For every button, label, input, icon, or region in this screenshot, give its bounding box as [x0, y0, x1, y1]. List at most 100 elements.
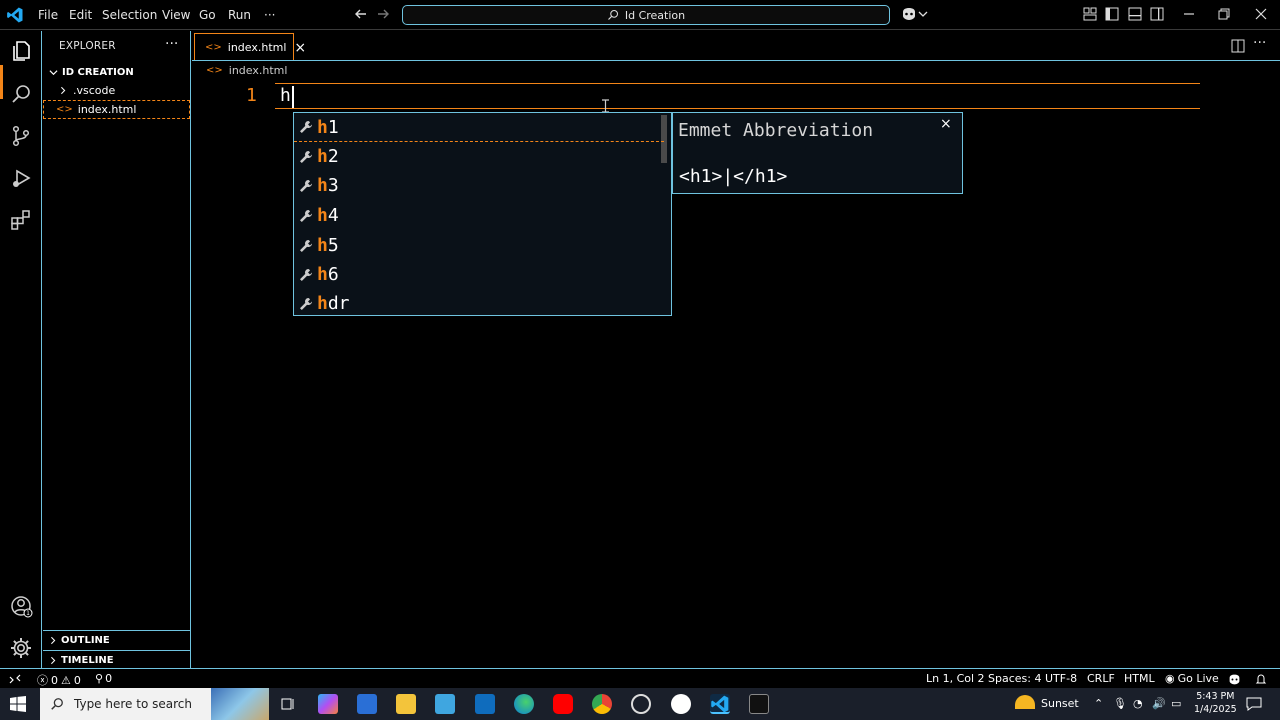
- menu-edit[interactable]: Edit: [69, 8, 92, 22]
- editor-more-actions[interactable]: ···: [1253, 35, 1266, 51]
- clock-time: 5:43 PM: [1196, 691, 1235, 702]
- outline-section[interactable]: OUTLINE: [43, 630, 190, 650]
- outlook-icon[interactable]: [475, 694, 495, 714]
- breadcrumb-file[interactable]: index.html: [229, 64, 288, 77]
- details-close-icon[interactable]: ×: [940, 116, 952, 132]
- go-live-button[interactable]: ◉ Go Live: [1165, 672, 1219, 685]
- copilot-taskbar-icon[interactable]: [318, 694, 338, 714]
- accounts-icon[interactable]: 1: [9, 594, 33, 618]
- microphone-icon[interactable]: 🎙: [1113, 697, 1127, 710]
- wifi-icon[interactable]: ◔: [1133, 697, 1143, 710]
- tray-chevron-up-icon[interactable]: ⌃: [1094, 697, 1103, 710]
- error-icon: ⓧ: [37, 674, 48, 687]
- remote-icon[interactable]: [9, 673, 21, 685]
- suggestion-item[interactable]: h1: [294, 113, 664, 142]
- wrench-icon: [300, 209, 312, 222]
- copilot-icon[interactable]: [900, 6, 918, 22]
- weather-sunset-icon[interactable]: [1015, 695, 1035, 709]
- cursor-position[interactable]: Ln 1, Col 2: [926, 672, 985, 685]
- chatgpt-icon[interactable]: [631, 694, 651, 714]
- suggestion-item[interactable]: h4: [294, 201, 664, 230]
- vscode-taskbar-icon[interactable]: [710, 694, 730, 714]
- youtube-icon[interactable]: [553, 694, 573, 714]
- end-of-line[interactable]: CRLF: [1087, 672, 1115, 685]
- sidebar-item-index-html[interactable]: <> index.html: [43, 100, 190, 119]
- workspace-folder-label: ID CREATION: [62, 66, 134, 78]
- forward-arrow-icon[interactable]: [375, 6, 391, 22]
- chevron-down-icon[interactable]: [918, 6, 928, 22]
- menu-more[interactable]: ···: [264, 8, 275, 22]
- menu-selection[interactable]: Selection: [102, 8, 157, 22]
- taskbar-search-box[interactable]: Type here to search: [40, 688, 269, 720]
- speaker-icon[interactable]: 🔊: [1152, 697, 1166, 710]
- terminal-icon[interactable]: [749, 694, 769, 714]
- sidebar-item-vscode[interactable]: .vscode: [43, 81, 190, 100]
- task-view-icon[interactable]: [278, 694, 298, 714]
- restore-icon[interactable]: [1216, 6, 1232, 22]
- menu-go[interactable]: Go: [199, 8, 216, 22]
- search-icon[interactable]: [9, 82, 33, 106]
- ports-indicator[interactable]: ⚲ 0: [95, 672, 112, 685]
- sidebar-more-button[interactable]: ···: [165, 36, 178, 52]
- menu-run[interactable]: Run: [228, 8, 251, 22]
- notepad-icon[interactable]: [435, 694, 455, 714]
- search-highlight-image: [211, 688, 269, 720]
- explorer-icon[interactable]: [9, 39, 33, 63]
- wrench-icon: [300, 297, 312, 310]
- search-icon: [51, 698, 63, 710]
- tab-index-html[interactable]: <> index.html ×: [194, 33, 306, 61]
- indentation[interactable]: Spaces: 4: [988, 672, 1041, 685]
- file-explorer-icon[interactable]: [396, 694, 416, 714]
- microsoft-store-icon[interactable]: [357, 694, 377, 714]
- windows-start-icon[interactable]: [10, 696, 26, 712]
- clock[interactable]: 5:43 PM 1/4/2025: [1194, 690, 1237, 716]
- suggestion-item[interactable]: h2: [294, 142, 664, 171]
- settings-gear-icon[interactable]: [9, 636, 33, 660]
- extensions-icon[interactable]: [9, 208, 33, 232]
- copilot-status-icon[interactable]: [1228, 673, 1241, 686]
- toggle-secondary-sidebar-icon[interactable]: [1149, 6, 1165, 22]
- chrome-icon[interactable]: [592, 694, 612, 714]
- github-icon[interactable]: [671, 694, 691, 714]
- minimize-icon[interactable]: [1181, 6, 1197, 22]
- code-line[interactable]: h: [280, 85, 291, 106]
- workspace-folder[interactable]: ID CREATION: [43, 63, 190, 81]
- breadcrumb[interactable]: <> index.html: [206, 64, 287, 77]
- tab-close-icon[interactable]: ×: [294, 40, 306, 56]
- sidebar-title: EXPLORER: [59, 40, 116, 52]
- tab-bar: <> index.html × ···: [192, 31, 1280, 61]
- menu-file[interactable]: File: [38, 8, 58, 22]
- problems-indicator[interactable]: ⓧ 0 ⚠ 0: [37, 672, 81, 688]
- timeline-section[interactable]: TIMELINE: [43, 650, 190, 669]
- notification-center-icon[interactable]: [1246, 697, 1262, 711]
- suggestion-details: Emmet Abbreviation × <h1>|</h1>: [672, 112, 963, 194]
- suggestion-item[interactable]: hdr: [294, 289, 664, 318]
- weather-label[interactable]: Sunset: [1041, 697, 1079, 710]
- suggestion-item[interactable]: h6: [294, 260, 664, 289]
- edge-icon[interactable]: [514, 694, 534, 714]
- source-control-icon[interactable]: [9, 124, 33, 148]
- suggestion-item[interactable]: h5: [294, 231, 664, 260]
- suggest-widget: h1 h2 h3 h4 h5 h6 hdr: [293, 112, 672, 316]
- wrench-icon: [300, 150, 312, 163]
- command-center[interactable]: Id Creation: [402, 5, 890, 25]
- language-mode[interactable]: HTML: [1124, 672, 1155, 685]
- encoding[interactable]: UTF-8: [1045, 672, 1077, 685]
- toggle-primary-sidebar-icon[interactable]: [1104, 6, 1120, 22]
- customize-layout-icon[interactable]: [1082, 6, 1098, 22]
- sidebar-item-label: index.html: [77, 103, 137, 116]
- ports-count: 0: [105, 672, 113, 685]
- run-debug-icon[interactable]: [9, 166, 33, 190]
- html-file-icon: <>: [205, 42, 222, 53]
- mouse-ibeam-icon: [602, 99, 609, 113]
- details-title: Emmet Abbreviation: [678, 120, 874, 141]
- toggle-panel-icon[interactable]: [1127, 6, 1143, 22]
- close-window-icon[interactable]: [1253, 6, 1269, 22]
- battery-icon[interactable]: ▭: [1171, 697, 1181, 710]
- notifications-bell-icon[interactable]: [1255, 673, 1267, 685]
- suggestion-item[interactable]: h3: [294, 171, 664, 200]
- back-arrow-icon[interactable]: [353, 6, 369, 22]
- menu-view[interactable]: View: [162, 8, 190, 22]
- split-editor-icon[interactable]: [1230, 38, 1246, 54]
- wrench-icon: [300, 239, 312, 252]
